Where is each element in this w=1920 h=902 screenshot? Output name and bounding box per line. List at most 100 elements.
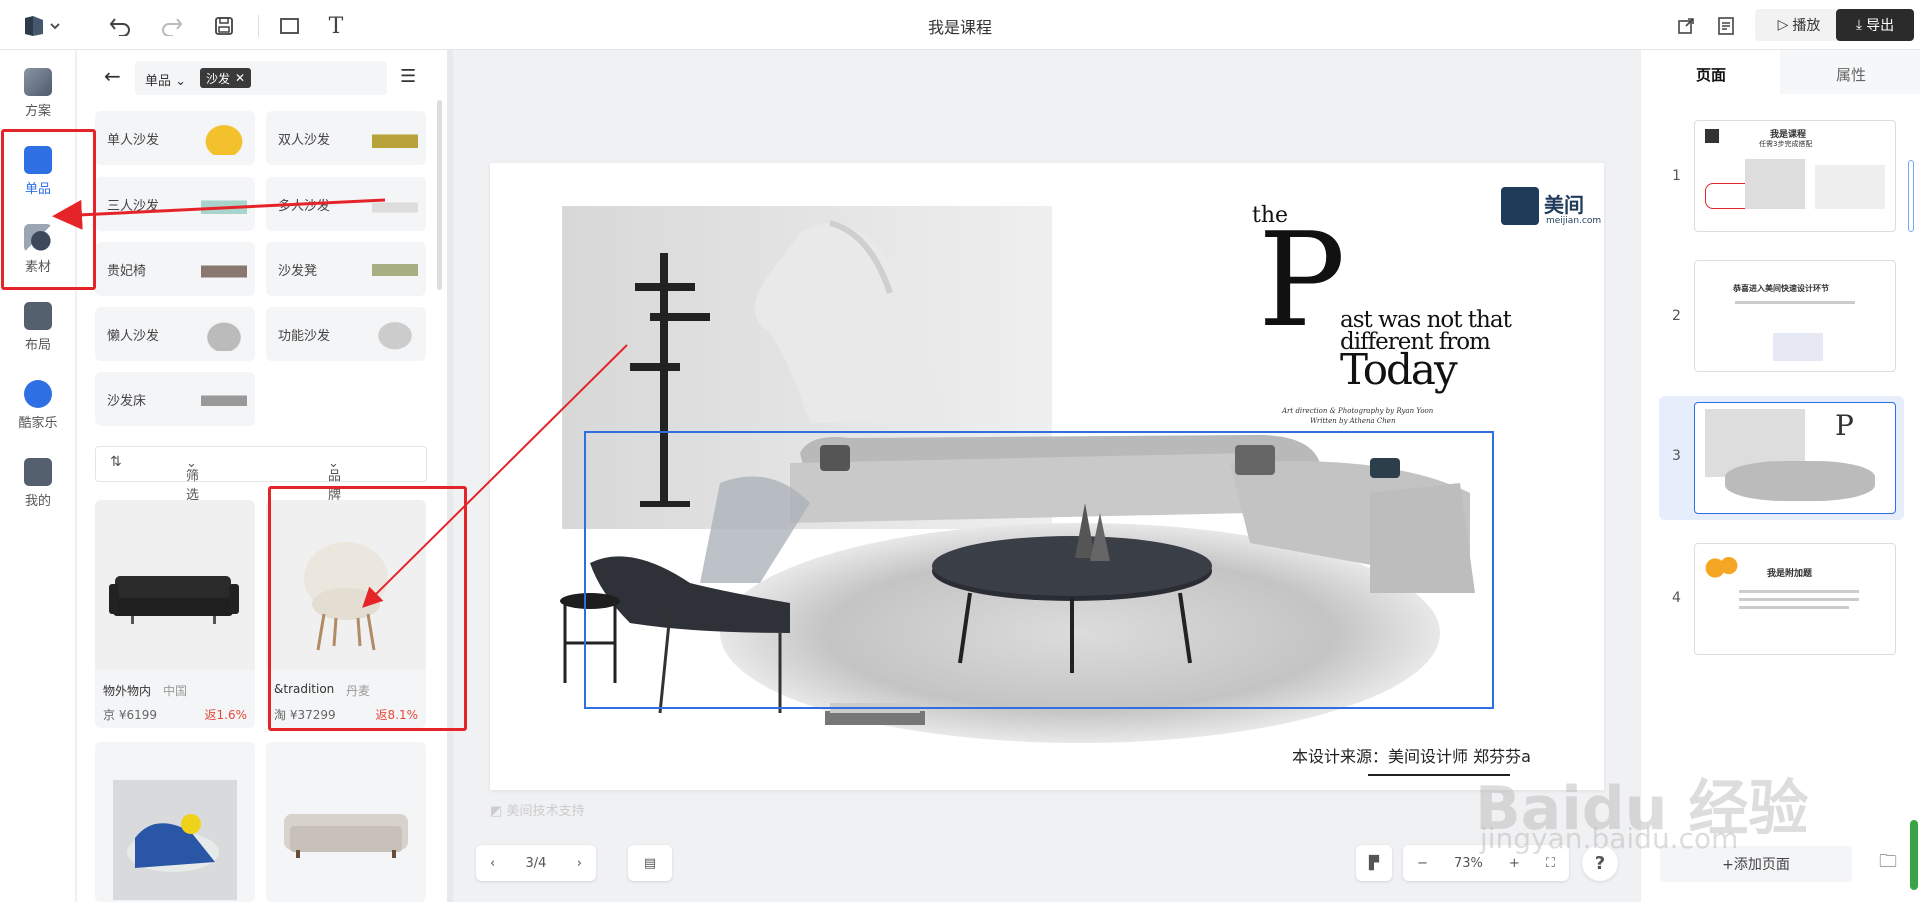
slide-artwork	[560, 206, 1510, 776]
panel-scrollbar[interactable]	[437, 100, 442, 290]
user-icon	[24, 457, 52, 486]
slide-canvas[interactable]: 美间 meijian.com the P ast was not that di…	[490, 163, 1604, 790]
export-button[interactable]: ⤓ 导出	[1836, 9, 1914, 41]
top-toolbar: T 我是课程 ▷ 播放 ⤓ 导出	[0, 0, 1920, 50]
scheme-icon	[24, 67, 52, 96]
page-thumbnail[interactable]: 我是附加题	[1694, 543, 1896, 655]
fit-screen-icon[interactable]: ⛶	[1546, 856, 1555, 871]
layout-icon	[24, 301, 52, 330]
list-view-icon[interactable]: ☰	[400, 66, 416, 87]
baidu-watermark-url: jingyan.baidu.com	[1480, 822, 1739, 855]
page-navigator: ‹ 3/4 ›	[476, 845, 596, 881]
pages-scrollbar[interactable]	[1908, 160, 1914, 232]
save-icon[interactable]	[208, 10, 240, 42]
furniture-icon	[24, 145, 52, 174]
status-bar-green	[1910, 820, 1918, 890]
save-template-button[interactable]: ▤	[628, 845, 672, 881]
product-image	[95, 500, 255, 670]
thumb-text-line	[1739, 606, 1849, 609]
sofa-thumbnail	[372, 187, 418, 221]
nav-item-material[interactable]: 素材	[0, 214, 76, 284]
category-card[interactable]: 懒人沙发	[95, 307, 255, 361]
page-thumbnail-active[interactable]: P	[1694, 402, 1896, 514]
category-card[interactable]: 沙发凳	[266, 242, 426, 296]
play-button[interactable]: ▷ 播放	[1755, 9, 1843, 41]
prev-page-icon[interactable]: ‹	[490, 856, 495, 871]
notes-icon[interactable]	[1710, 10, 1742, 42]
sofa-thumbnail	[372, 121, 418, 155]
nav-item-scheme[interactable]: 方案	[0, 58, 76, 128]
sofa-thumbnail	[372, 317, 418, 351]
rectangle-icon[interactable]	[274, 10, 306, 42]
tab-pages[interactable]: 页面	[1696, 64, 1726, 85]
nav-item-furniture[interactable]: 单品	[0, 136, 76, 206]
zoom-out-icon[interactable]: −	[1417, 856, 1428, 871]
brand-dropdown[interactable]: 品牌 ⌄	[328, 456, 341, 503]
nav-item-layout[interactable]: 布局	[0, 292, 76, 362]
category-card[interactable]: 沙发床	[95, 372, 255, 426]
page-thumbnail[interactable]: 恭喜进入美间快速设计环节	[1694, 260, 1896, 372]
category-card[interactable]: 单人沙发	[95, 111, 255, 165]
undo-icon[interactable]	[104, 10, 136, 42]
thumb-text-line	[1735, 301, 1855, 304]
product-image	[266, 742, 426, 902]
page-number: 1	[1672, 168, 1681, 184]
category-card[interactable]: 贵妃椅	[95, 242, 255, 296]
close-icon[interactable]: ✕	[235, 71, 245, 85]
filter-bar: ⇅ 筛选 ⌄ 品牌 ⌄	[95, 446, 427, 503]
page-folder-icon[interactable]: 🗀	[1870, 846, 1906, 882]
product-image	[95, 742, 255, 902]
product-card[interactable]	[95, 742, 255, 902]
ruler-icon: ▛	[1369, 855, 1379, 871]
sofa-thumbnail	[201, 187, 247, 221]
thumb-image	[1745, 159, 1805, 209]
meijian-small-icon: ◩	[490, 804, 503, 819]
category-card[interactable]: 多人沙发	[266, 177, 426, 231]
filter-dropdown[interactable]: 筛选 ⌄	[186, 456, 199, 503]
support-watermark: ◩ 美间技术支持	[490, 804, 585, 819]
zoom-in-icon[interactable]: +	[1509, 856, 1520, 871]
product-card[interactable]: &tradition 丹麦 淘 ¥37299 返8.1%	[266, 500, 426, 728]
sofa-thumbnail	[201, 382, 247, 416]
category-card[interactable]: 功能沙发	[266, 307, 426, 361]
category-card[interactable]: 双人沙发	[266, 111, 426, 165]
nav-item-kujiale[interactable]: 酷家乐	[0, 370, 76, 440]
product-image	[266, 500, 426, 670]
sort-icon[interactable]: ⇅	[110, 454, 122, 470]
product-card[interactable]	[266, 742, 426, 902]
text-icon[interactable]: T	[320, 10, 352, 42]
play-icon: ▷	[1777, 17, 1789, 33]
thumb-text-line	[1739, 590, 1859, 593]
share-icon[interactable]	[1670, 10, 1702, 42]
back-icon[interactable]: ←	[104, 64, 121, 88]
sofa-thumbnail	[372, 252, 418, 286]
document-title[interactable]: 我是课程	[928, 14, 992, 38]
left-nav: 方案 单品 素材 布局 酷家乐 我的	[0, 50, 76, 902]
logo-icon[interactable]	[18, 10, 64, 42]
tab-properties-label: 属性	[1836, 66, 1867, 84]
chevron-down-icon: ⌄	[175, 74, 187, 89]
category-card[interactable]: 三人沙发	[95, 177, 255, 231]
page-thumbnail[interactable]: 我是课程 任需3步完成搭配	[1694, 120, 1896, 232]
next-page-icon[interactable]: ›	[577, 856, 582, 871]
thumb-illustration	[1773, 333, 1823, 361]
page-number: 2	[1672, 308, 1681, 324]
thumb-image	[1725, 461, 1875, 501]
material-icon	[24, 223, 52, 252]
sofa-thumbnail	[201, 121, 247, 155]
template-icon: ▤	[643, 855, 657, 871]
meijian-logo-icon	[1501, 187, 1539, 225]
thumb-text-line	[1739, 598, 1859, 601]
page-number: 3	[1672, 448, 1681, 464]
kujiale-icon	[24, 379, 52, 408]
redo-icon[interactable]	[156, 10, 188, 42]
page-number: 4	[1672, 590, 1681, 606]
filter-tag[interactable]: 沙发 ✕	[200, 68, 252, 88]
product-card[interactable]: 物外物内 中国 京 ¥6199 返1.6%	[95, 500, 255, 728]
ruler-button[interactable]: ▛	[1356, 845, 1392, 881]
nav-item-mine[interactable]: 我的	[0, 448, 76, 518]
category-select[interactable]: 单品 ⌄	[145, 70, 186, 89]
thumb-illustration	[1705, 556, 1739, 580]
sofa-thumbnail	[201, 252, 247, 286]
thumb-image	[1815, 165, 1885, 209]
